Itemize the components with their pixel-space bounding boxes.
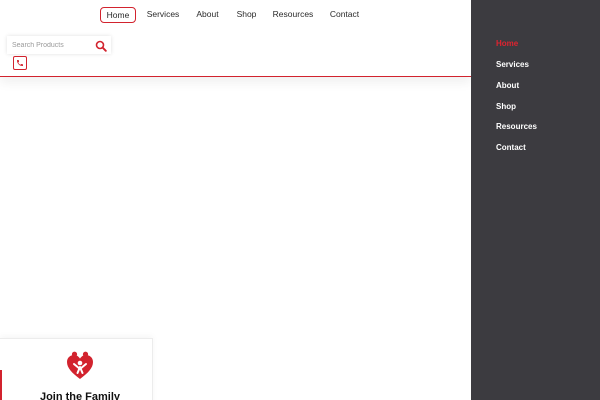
sidebar-item-about[interactable]: About [496,81,519,90]
search-input[interactable] [12,38,92,52]
search-icon[interactable] [95,39,107,52]
family-heart-icon [64,350,96,382]
sidebar-item-services[interactable]: Services [496,60,529,69]
side-menu: Home Services About Shop Resources Conta… [471,0,600,400]
nav-shop-link[interactable]: Shop [235,7,258,23]
nav-home-link[interactable]: Home [100,7,136,23]
nav-contact-link[interactable]: Contact [328,7,361,23]
sidebar-item-home[interactable]: Home [496,39,518,48]
phone-button[interactable] [13,56,27,70]
site-header: Home Services About Shop Resources Conta… [0,0,471,77]
nav-about-link[interactable]: About [194,7,221,23]
phone-icon [16,54,24,72]
sidebar-item-contact[interactable]: Contact [496,143,526,152]
sidebar-item-shop[interactable]: Shop [496,102,516,111]
nav-services-link[interactable]: Services [145,7,181,23]
sidebar-item-resources[interactable]: Resources [496,122,537,131]
nav-resources-link[interactable]: Resources [272,7,314,23]
card-title: Join the Family [39,391,121,400]
